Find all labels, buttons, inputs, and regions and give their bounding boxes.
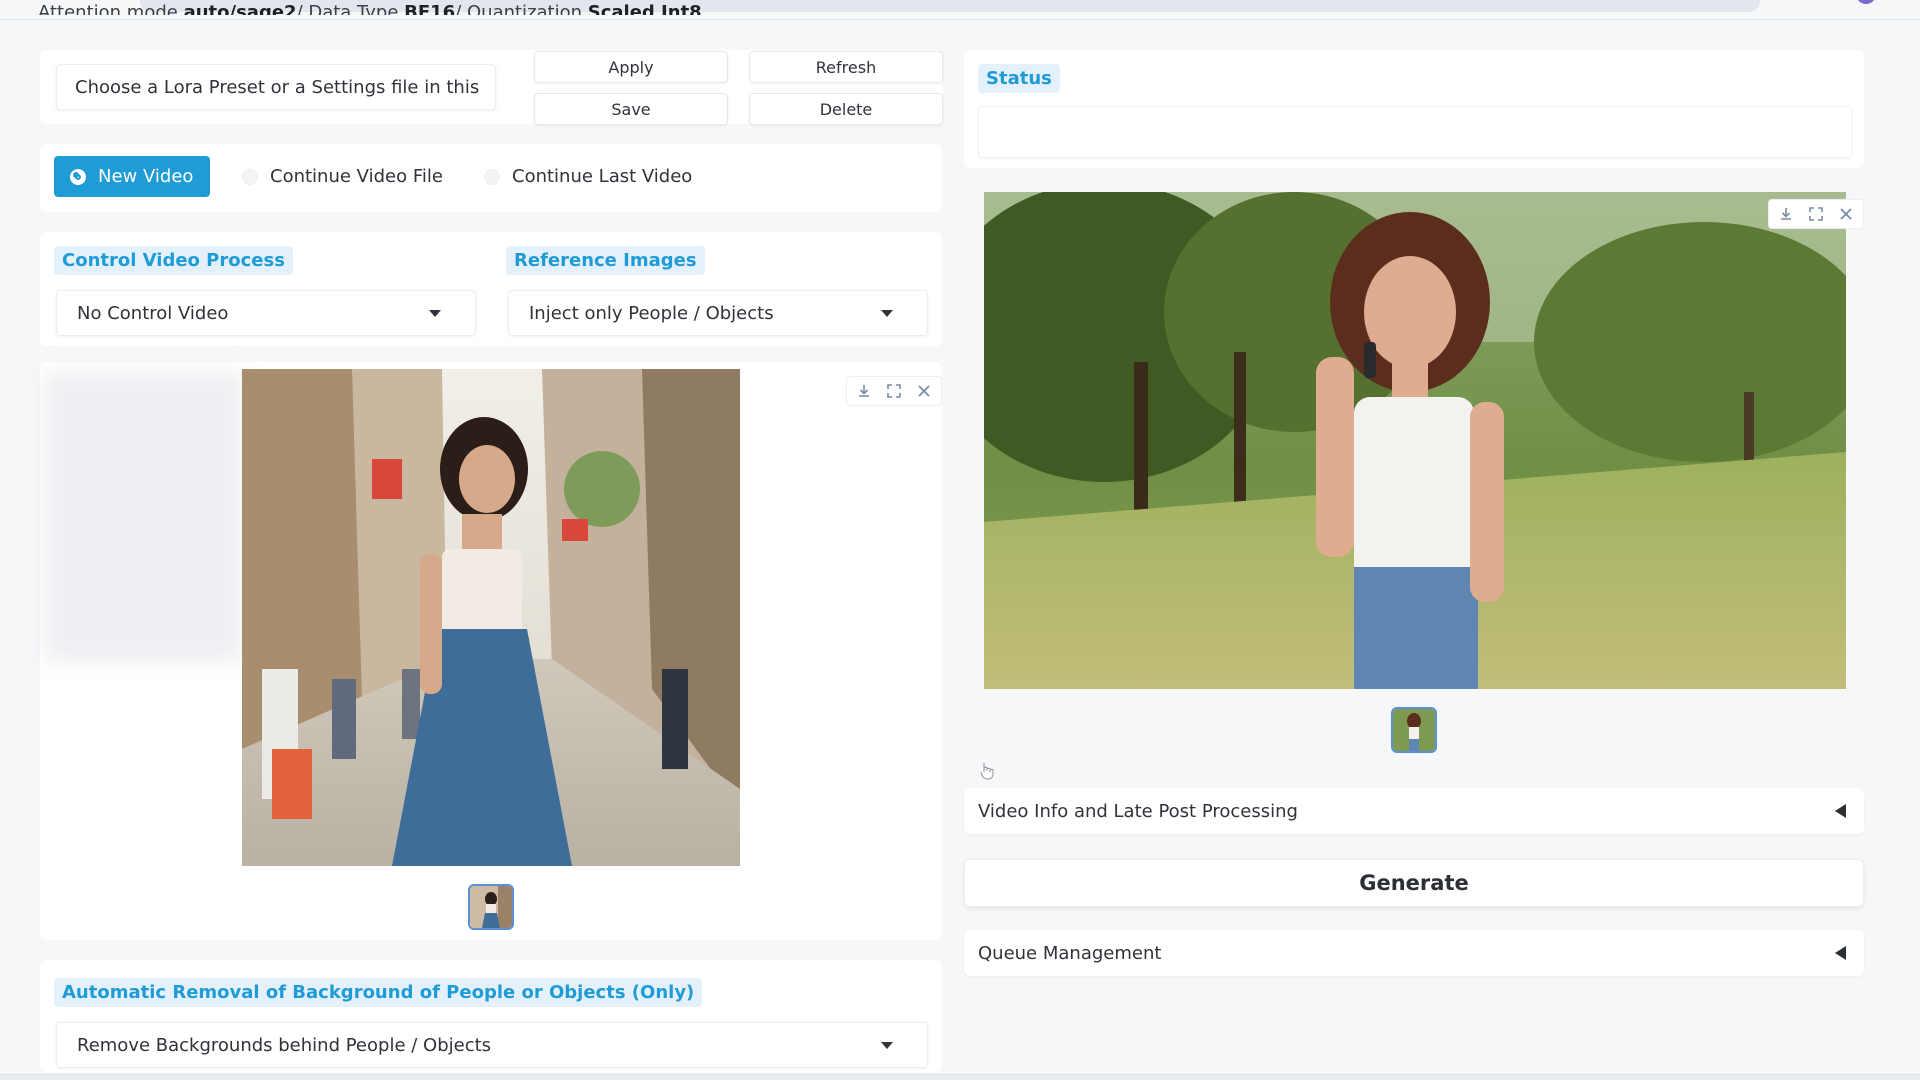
- thumbnail-image: [470, 886, 512, 928]
- save-button[interactable]: Save: [534, 93, 728, 125]
- lora-preset-text: Choose a Lora Preset or a Settings file …: [75, 76, 480, 98]
- street-woman-image: [242, 369, 740, 866]
- triangle-left-icon: [1835, 804, 1846, 818]
- status-label: Status: [978, 64, 1060, 93]
- video-info-label: Video Info and Late Post Processing: [978, 800, 1298, 822]
- reference-image-thumbnail[interactable]: [468, 884, 514, 930]
- apply-button[interactable]: Apply: [534, 51, 728, 83]
- thumbnail-image: [1393, 709, 1435, 751]
- reference-images-value: Inject only People / Objects: [529, 302, 774, 324]
- avatar[interactable]: [1856, 0, 1876, 4]
- close-icon[interactable]: [911, 379, 937, 403]
- generate-button[interactable]: Generate: [964, 859, 1864, 907]
- model-info-line: Attention mode auto/sage2/ Data Type BF1…: [38, 2, 702, 23]
- bottom-scrollbar[interactable]: [0, 1074, 1920, 1080]
- delete-button[interactable]: Delete: [749, 93, 943, 125]
- triangle-left-icon: [1835, 946, 1846, 960]
- queue-management-accordion[interactable]: Queue Management: [964, 930, 1864, 976]
- reference-image-toolbar: [846, 376, 942, 406]
- radio-continue-video-file[interactable]: Continue Video File: [226, 156, 454, 197]
- output-preview-toolbar: [1768, 199, 1864, 229]
- radio-new-video-label: New Video: [98, 166, 194, 187]
- chevron-down-icon: [881, 1042, 893, 1049]
- blurred-preview-image: [44, 372, 244, 662]
- background-removal-dropdown[interactable]: Remove Backgrounds behind People / Objec…: [56, 1022, 928, 1068]
- output-video-preview[interactable]: [984, 192, 1846, 689]
- fullscreen-icon[interactable]: [1803, 202, 1829, 226]
- hand-cursor-icon: [980, 762, 994, 780]
- radio-continue-last-video-label: Continue Last Video: [512, 166, 693, 187]
- video-info-accordion[interactable]: Video Info and Late Post Processing: [964, 788, 1864, 834]
- close-icon[interactable]: [1833, 202, 1859, 226]
- lora-preset-dropdown[interactable]: Choose a Lora Preset or a Settings file …: [56, 64, 496, 110]
- reference-images-dropdown[interactable]: Inject only People / Objects: [508, 290, 928, 336]
- reference-images-label: Reference Images: [506, 246, 705, 275]
- radio-selected-icon: [70, 168, 86, 185]
- control-video-label: Control Video Process: [54, 246, 293, 275]
- chevron-down-icon: [429, 310, 441, 317]
- control-video-value: No Control Video: [77, 302, 229, 324]
- background-removal-label: Automatic Removal of Background of Peopl…: [54, 978, 703, 1007]
- park-woman-image: [984, 192, 1846, 689]
- queue-management-label: Queue Management: [978, 942, 1162, 964]
- refresh-button[interactable]: Refresh: [749, 51, 943, 83]
- radio-unselected-icon: [484, 168, 500, 185]
- radio-continue-last-video[interactable]: Continue Last Video: [468, 156, 706, 197]
- background-removal-value: Remove Backgrounds behind People / Objec…: [77, 1034, 492, 1056]
- radio-new-video[interactable]: New Video: [54, 156, 210, 197]
- status-textbox: [978, 106, 1852, 158]
- chevron-down-icon: [881, 310, 893, 317]
- reference-image[interactable]: [242, 369, 740, 866]
- download-icon[interactable]: [1773, 202, 1799, 226]
- output-video-thumbnail[interactable]: [1391, 707, 1437, 753]
- divider: [0, 19, 1920, 20]
- control-video-dropdown[interactable]: No Control Video: [56, 290, 476, 336]
- fullscreen-icon[interactable]: [881, 379, 907, 403]
- download-icon[interactable]: [851, 379, 877, 403]
- radio-continue-video-file-label: Continue Video File: [270, 166, 443, 187]
- radio-unselected-icon: [242, 168, 258, 185]
